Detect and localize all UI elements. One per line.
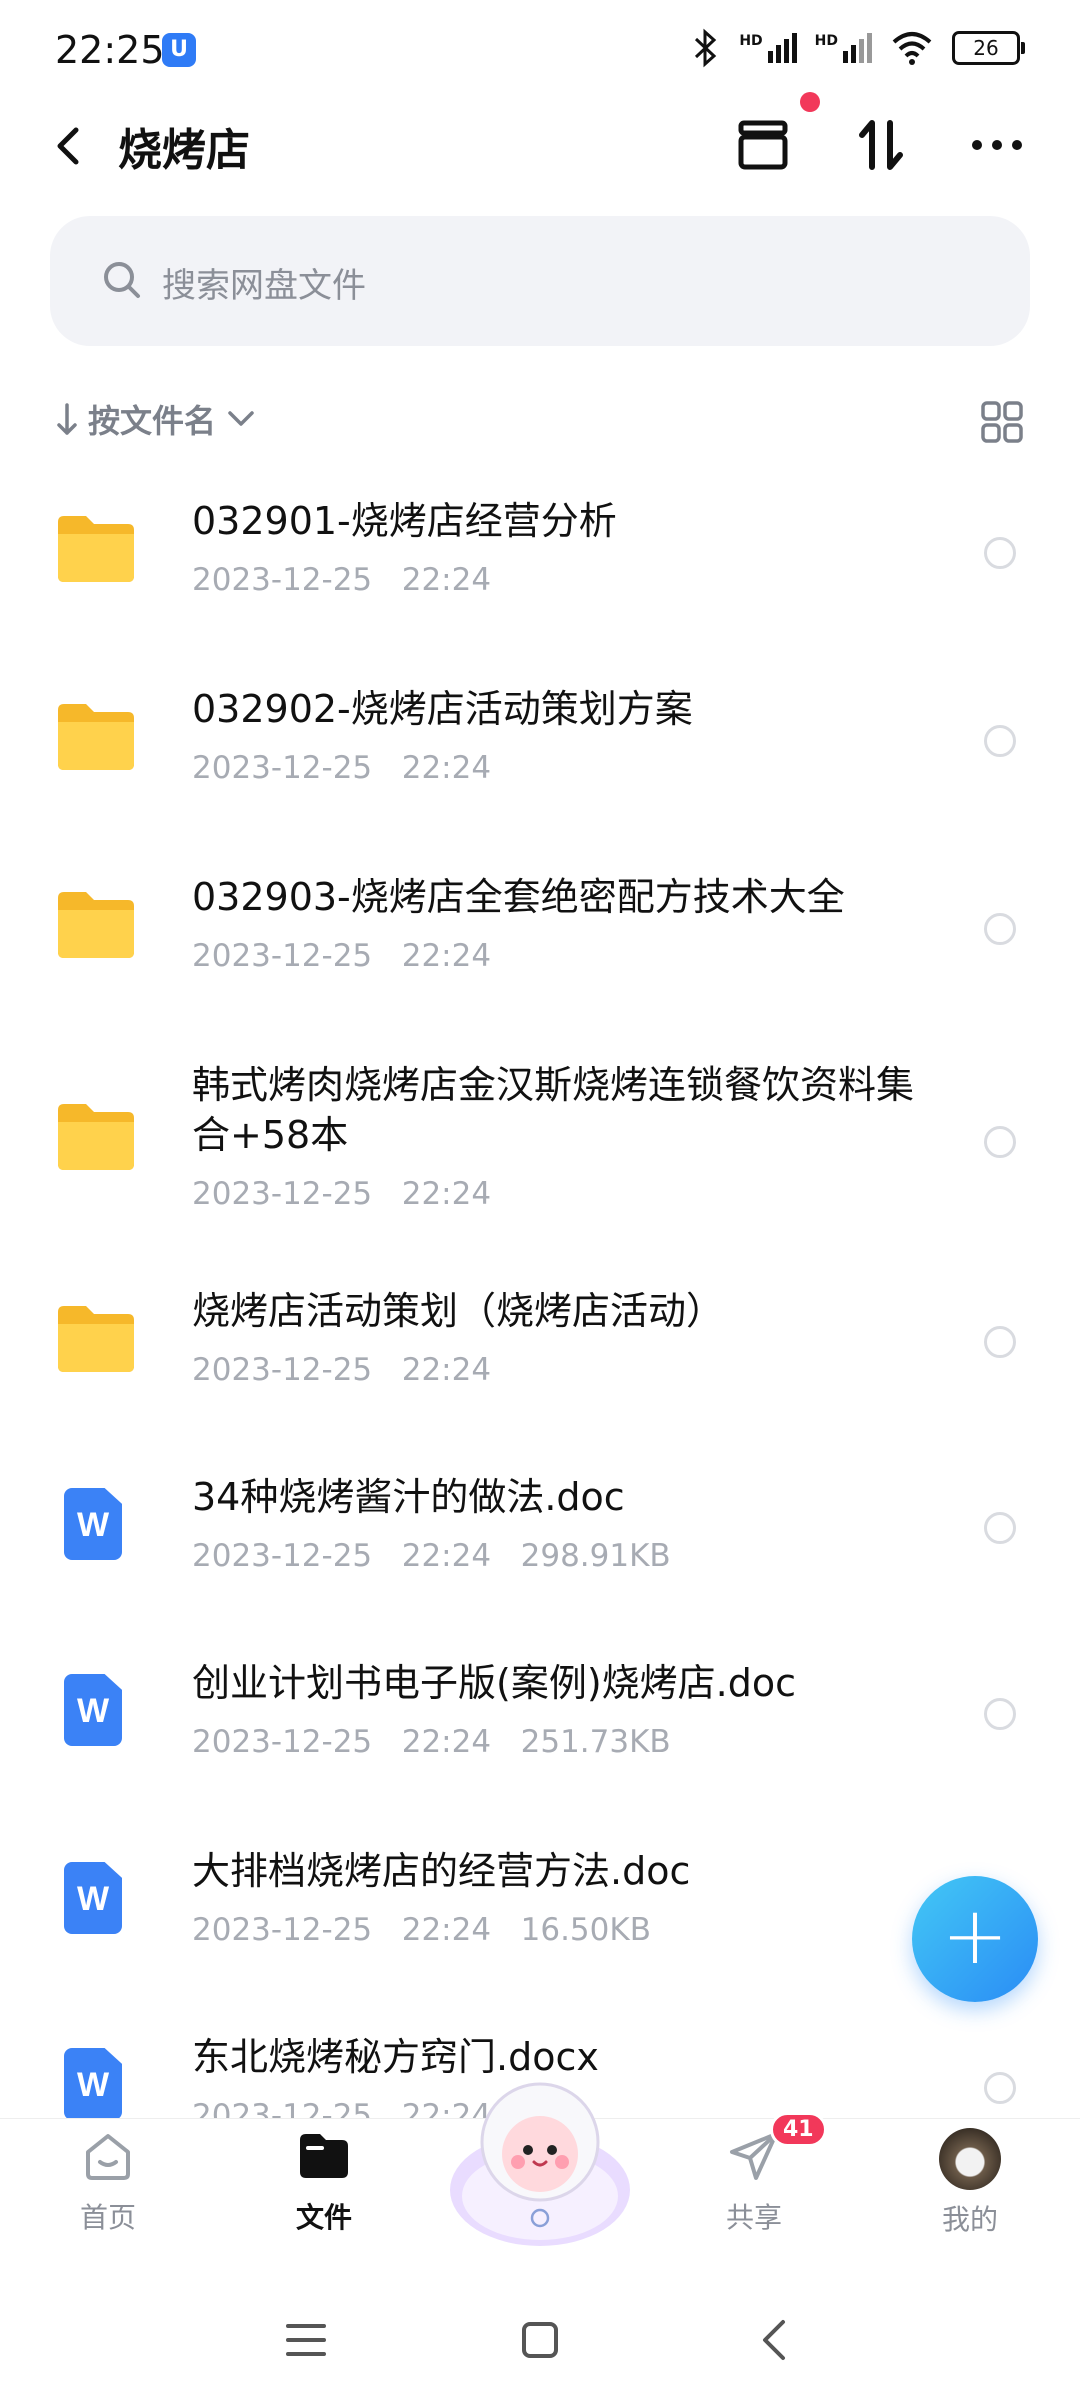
chevron-left-icon xyxy=(57,127,79,165)
folder-icon xyxy=(56,700,136,780)
status-bar: 22:25 U HD HD 26 xyxy=(0,0,1080,100)
square-icon xyxy=(522,2322,558,2358)
triangle-back-icon xyxy=(763,2320,785,2360)
nav-home-label: 首页 xyxy=(79,2201,136,2234)
file-meta: 2023-12-25 22:24 xyxy=(192,1352,492,1388)
status-icons: HD HD 26 xyxy=(691,28,1025,68)
word-doc-icon: W xyxy=(56,1674,136,1754)
page-title: 烧烤店 xyxy=(118,125,250,176)
home-icon xyxy=(86,2134,130,2180)
add-fab-button[interactable]: + xyxy=(912,1876,1038,2002)
wifi-icon xyxy=(892,32,932,65)
nav-files-label: 文件 xyxy=(295,2201,352,2234)
file-name[interactable]: 大排档烧烤店的经营方法.doc xyxy=(192,1846,922,1896)
mascot-assistant-button[interactable] xyxy=(440,2070,640,2250)
battery-icon: 26 xyxy=(952,31,1025,65)
select-radio[interactable] xyxy=(984,537,1016,569)
file-name[interactable]: 032902-烧烤店活动策划方案 xyxy=(192,684,922,734)
file-name[interactable]: 创业计划书电子版(案例)烧烤店.doc xyxy=(192,1658,922,1708)
sort-label: 按文件名 xyxy=(88,402,217,440)
nav-home[interactable]: 首页 xyxy=(38,2128,178,2236)
file-meta: 2023-12-25 22:24 298.91KB xyxy=(192,1538,671,1574)
word-doc-icon: W xyxy=(56,1488,136,1568)
system-menu-button[interactable] xyxy=(276,2310,336,2370)
signal-icon-1: HD xyxy=(739,33,797,63)
folder-filled-icon xyxy=(300,2134,348,2178)
file-meta: 2023-12-25 22:24 xyxy=(192,1176,492,1212)
signal-icon-2: HD xyxy=(815,33,872,63)
more-button[interactable] xyxy=(962,110,1032,180)
search-icon xyxy=(104,262,140,298)
word-doc-icon: W xyxy=(56,2048,136,2128)
menu-lines-icon xyxy=(286,2324,326,2356)
transfer-list-button[interactable] xyxy=(728,110,798,180)
nav-files[interactable]: 文件 xyxy=(254,2128,394,2236)
bluetooth-icon xyxy=(695,28,717,68)
folder-icon xyxy=(56,888,136,968)
avatar xyxy=(939,2128,1001,2190)
word-doc-icon: W xyxy=(56,1862,136,1942)
folder-icon xyxy=(56,512,136,592)
notification-dot xyxy=(800,92,820,112)
folder-icon xyxy=(56,1302,136,1382)
nav-share-label: 共享 xyxy=(725,2201,782,2234)
back-button[interactable] xyxy=(48,116,88,176)
search-placeholder: 搜索网盘文件 xyxy=(162,266,366,306)
select-radio[interactable] xyxy=(984,1512,1016,1544)
nav-mine[interactable]: 我的 xyxy=(900,2128,1040,2238)
folder-icon xyxy=(56,1100,136,1180)
sort-order-button[interactable] xyxy=(846,110,916,180)
system-home-button[interactable] xyxy=(510,2310,570,2370)
more-dots-icon xyxy=(972,140,1022,150)
grid-view-icon[interactable] xyxy=(980,400,1024,444)
file-meta: 2023-12-25 22:24 xyxy=(192,750,492,786)
file-name[interactable]: 032901-烧烤店经营分析 xyxy=(192,496,922,546)
share-count-badge: 41 xyxy=(770,2112,827,2147)
file-meta: 2023-12-25 22:24 xyxy=(192,938,492,974)
file-name[interactable]: 34种烧烤酱汁的做法.doc xyxy=(192,1472,922,1522)
system-back-button[interactable] xyxy=(744,2310,804,2370)
select-radio[interactable] xyxy=(984,2072,1016,2104)
archive-box-icon xyxy=(738,120,788,170)
select-radio[interactable] xyxy=(984,725,1016,757)
select-radio[interactable] xyxy=(984,1698,1016,1730)
file-name[interactable]: 韩式烤肉烧烤店金汉斯烧烤连锁餐饮资料集合+58本 xyxy=(192,1060,922,1160)
file-meta: 2023-12-25 22:24 xyxy=(192,562,492,598)
chevron-down-icon xyxy=(228,411,254,426)
status-time: 22:25 xyxy=(55,28,165,72)
select-radio[interactable] xyxy=(984,913,1016,945)
file-meta: 2023-12-25 22:24 16.50KB xyxy=(192,1912,651,1948)
select-radio[interactable] xyxy=(984,1326,1016,1358)
file-meta: 2023-12-25 22:24 251.73KB xyxy=(192,1724,671,1760)
nav-mine-label: 我的 xyxy=(941,2203,998,2236)
select-radio[interactable] xyxy=(984,1126,1016,1158)
app-notification-icon: U xyxy=(162,33,196,67)
sort-by-name-dropdown[interactable]: 按文件名 xyxy=(56,396,256,442)
mascot-icon xyxy=(450,2082,630,2246)
file-name[interactable]: 烧烤店活动策划（烧烤店活动） xyxy=(192,1286,922,1336)
sort-arrows-icon xyxy=(859,120,903,170)
arrow-down-icon xyxy=(57,403,77,435)
file-name[interactable]: 032903-烧烤店全套绝密配方技术大全 xyxy=(192,872,922,922)
